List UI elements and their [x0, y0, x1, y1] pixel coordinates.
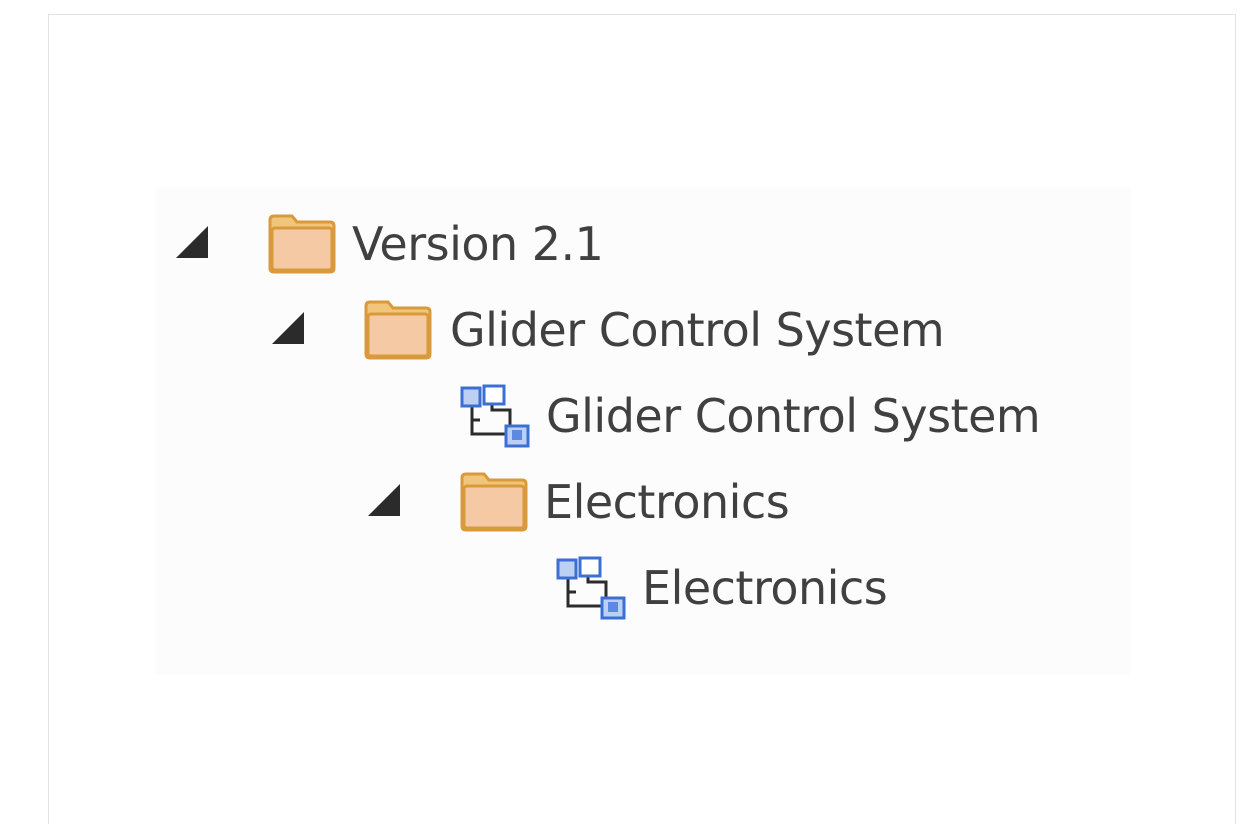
collapse-triangle-icon[interactable] — [270, 310, 308, 346]
folder-icon — [456, 468, 530, 534]
tree-item-version-2-1[interactable]: Version 2.1 — [156, 206, 1131, 280]
project-browser-tree: Version 2.1 Glider Control System Glider… — [156, 188, 1131, 675]
tree-item-glider-control-system-diagram[interactable]: Glider Control System — [156, 378, 1131, 452]
tree-item-glider-control-system-package[interactable]: Glider Control System — [156, 292, 1131, 366]
folder-icon — [360, 296, 434, 362]
tree-item-label: Glider Control System — [450, 303, 945, 357]
tree-item-label: Glider Control System — [546, 389, 1041, 443]
diagram-icon — [554, 554, 628, 620]
tree-item-label: Electronics — [544, 475, 790, 529]
tree-item-electronics-diagram[interactable]: Electronics — [156, 550, 1131, 624]
diagram-icon — [458, 382, 532, 448]
tree-item-label: Version 2.1 — [352, 217, 604, 271]
collapse-triangle-icon[interactable] — [366, 482, 404, 518]
folder-icon — [264, 210, 338, 276]
tree-item-electronics-package[interactable]: Electronics — [156, 464, 1131, 538]
collapse-triangle-icon[interactable] — [174, 224, 212, 260]
tree-item-label: Electronics — [642, 561, 888, 615]
